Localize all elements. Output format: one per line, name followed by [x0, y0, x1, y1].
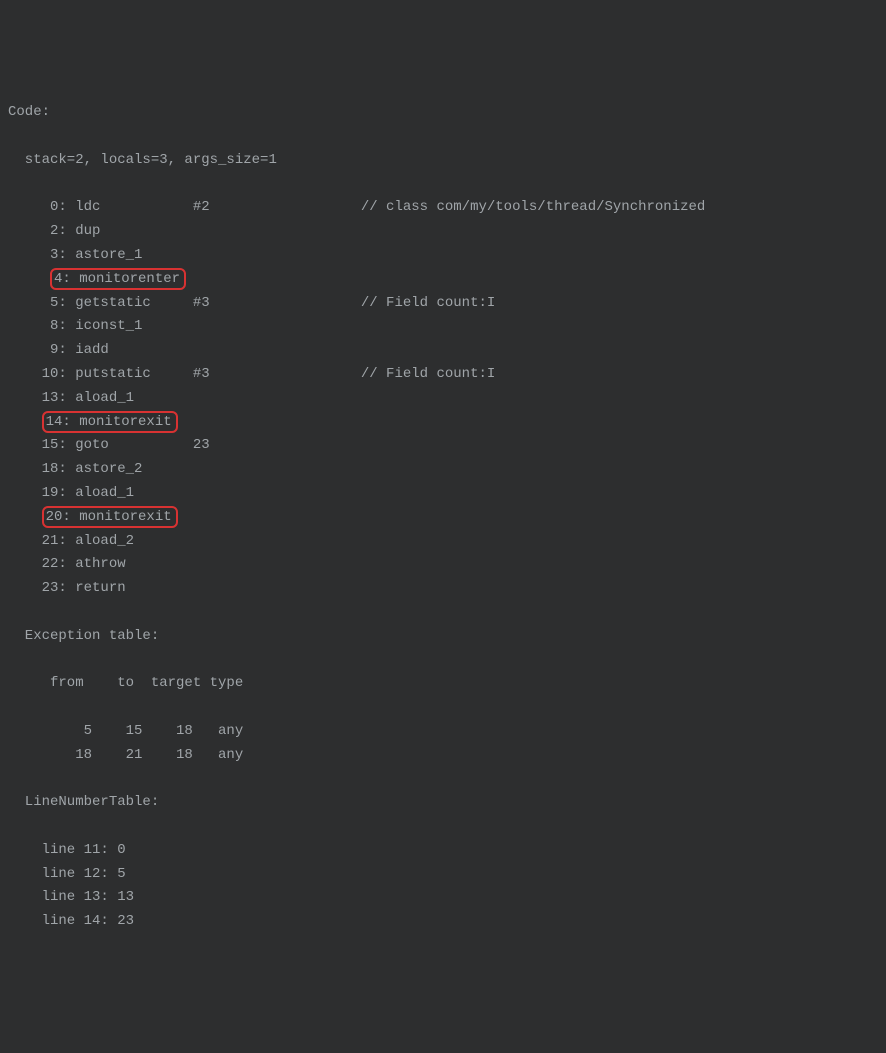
bytecode-line: 22: athrow [8, 553, 878, 577]
bytecode-line: 23: return [8, 577, 878, 601]
line-number-row: line 14: 23 [8, 910, 878, 934]
bytecode-line: 21: aload_2 [8, 530, 878, 554]
bytecode-line: 14: monitorexit [8, 411, 878, 435]
exception-table-rows: 5 15 18 any 18 21 18 any [8, 720, 878, 768]
line-number-row: line 12: 5 [8, 863, 878, 887]
line-number-row: line 11: 0 [8, 839, 878, 863]
exception-table-header: Exception table: [8, 625, 878, 649]
highlight-box: 4: monitorenter [50, 268, 186, 290]
highlight-box: 20: monitorexit [42, 506, 178, 528]
bytecode-line: 3: astore_1 [8, 244, 878, 268]
bytecode-listing: 0: ldc #2 // class com/my/tools/thread/S… [8, 196, 878, 601]
exception-row: 5 15 18 any [8, 720, 878, 744]
bytecode-line: 9: iadd [8, 339, 878, 363]
bytecode-line: 20: monitorexit [8, 506, 878, 530]
bytecode-line: 13: aload_1 [8, 387, 878, 411]
code-attrs: stack=2, locals=3, args_size=1 [8, 149, 878, 173]
bytecode-line: 5: getstatic #3 // Field count:I [8, 292, 878, 316]
exception-row: 18 21 18 any [8, 744, 878, 768]
bytecode-line: 2: dup [8, 220, 878, 244]
highlight-box: 14: monitorexit [42, 411, 178, 433]
line-number-table-header: LineNumberTable: [8, 791, 878, 815]
code-header: Code: [8, 101, 878, 125]
bytecode-line: 19: aload_1 [8, 482, 878, 506]
bytecode-line: 18: astore_2 [8, 458, 878, 482]
bytecode-line: 8: iconst_1 [8, 315, 878, 339]
bytecode-line: 10: putstatic #3 // Field count:I [8, 363, 878, 387]
line-number-table-rows: line 11: 0 line 12: 5 line 13: 13 line 1… [8, 839, 878, 934]
line-number-row: line 13: 13 [8, 886, 878, 910]
bytecode-line: 0: ldc #2 // class com/my/tools/thread/S… [8, 196, 878, 220]
bytecode-line: 4: monitorenter [8, 268, 878, 292]
exception-table-cols: from to target type [8, 672, 878, 696]
bytecode-line: 15: goto 23 [8, 434, 878, 458]
